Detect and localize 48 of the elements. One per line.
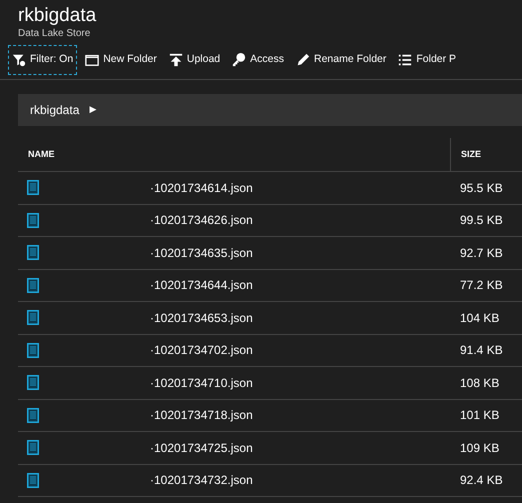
file-name[interactable]: ·10201734653.json [150,308,253,327]
file-size: 104 KB [459,310,500,327]
page-subtitle: Data Lake Store [18,28,92,40]
toolbar-button[interactable]: Filter: On [8,45,78,75]
file-size: 92.4 KB [459,472,504,490]
file-icon [27,375,39,390]
file-icon [27,180,39,196]
file-size: 91.4 KB [459,342,504,360]
upload-icon [168,53,183,67]
file-name[interactable]: ·10201734718.json [150,406,253,424]
file-icon [27,472,39,488]
file-icon [27,278,39,293]
toolbar-button[interactable]: Upload [164,45,224,75]
toolbar-button[interactable]: New Folder [81,45,161,75]
file-size: 109 KB [459,440,500,457]
pencil-icon [296,53,310,67]
file-size: 108 KB [459,374,500,392]
file-size: 101 KB [459,407,500,424]
file-name[interactable]: ·10201734732.json [150,471,253,490]
file-icon [27,245,39,260]
key-icon [232,53,246,67]
column-header[interactable]: NAME [18,148,450,162]
file-name[interactable]: ·10201734635.json [150,244,253,262]
list-icon [398,53,412,67]
toolbar-button[interactable]: Folder P [394,45,460,75]
file-size: 92.7 KB [459,244,504,262]
filter-icon [12,53,26,67]
file-size: 99.5 KB [459,212,504,230]
breadcrumb-arrow[interactable]: ▶ [89,103,96,117]
file-name[interactable]: ·10201734626.json [150,211,253,230]
file-name[interactable]: ·10201734710.json [150,374,253,392]
page-title: rkbigdata [18,4,98,28]
file-icon [27,440,39,456]
file-name[interactable]: ·10201734725.json [150,438,253,457]
file-name[interactable]: ·10201734702.json [150,341,253,360]
file-icon [27,342,39,358]
toolbar-button[interactable]: Access [228,45,288,75]
toolbar-button[interactable]: Rename Folder [292,45,390,75]
file-size: 77.2 KB [459,277,504,294]
folder-icon [85,53,100,67]
column-header[interactable]: SIZE [450,138,522,171]
file-size: 95.5 KB [459,180,504,197]
file-name[interactable]: ·10201734614.json [150,178,253,197]
file-icon [27,408,39,423]
file-icon [27,212,39,228]
file-name[interactable]: ·10201734644.json [150,276,253,294]
breadcrumb-item[interactable]: rkbigdata [30,101,80,119]
file-icon [27,310,39,326]
